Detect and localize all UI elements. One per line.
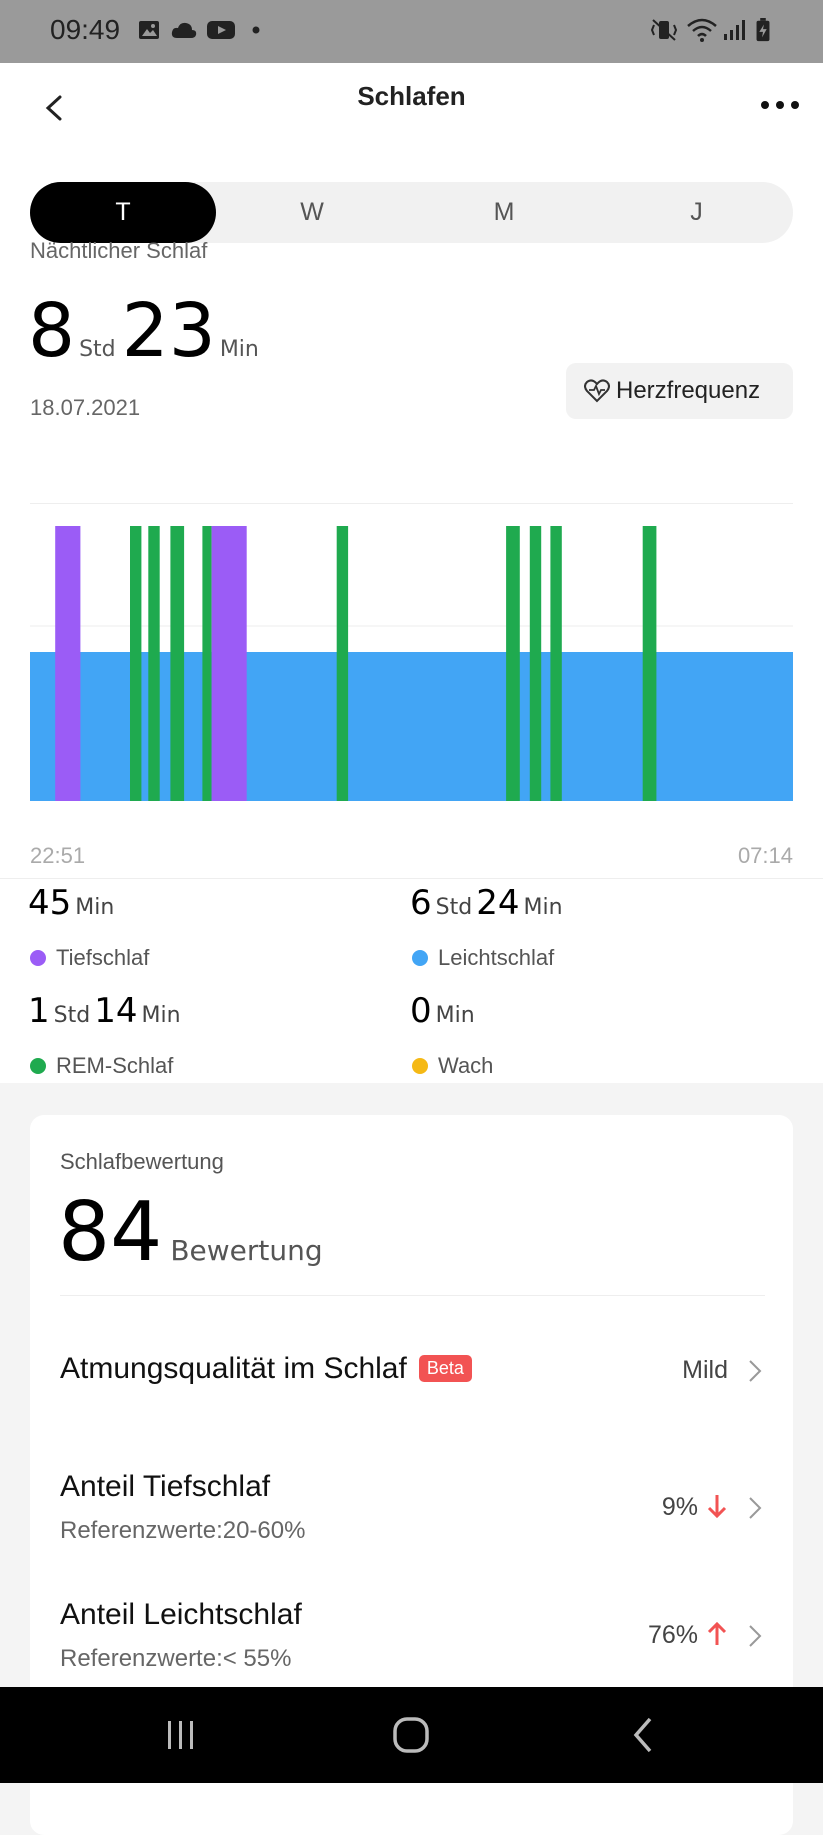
rem-legend-dot <box>30 1058 46 1074</box>
stat-awake-label: Wach <box>412 1053 493 1079</box>
duration-hours-unit: Std <box>79 337 116 362</box>
cloud-icon <box>171 22 197 38</box>
chevron-right-icon <box>749 1497 762 1519</box>
image-icon <box>139 21 159 39</box>
chart-rem-sleep-bar <box>148 526 160 801</box>
chart-deep-sleep-bar <box>211 526 247 801</box>
light-share-title: Anteil Leichtschlaf <box>60 1598 302 1631</box>
back-icon[interactable] <box>628 1715 658 1755</box>
light-share-value: 76% <box>647 1621 698 1649</box>
deep-legend-dot <box>30 950 46 966</box>
chart-deep-sleep-bar <box>55 526 81 801</box>
duration-minutes: 23 <box>121 288 216 374</box>
chevron-right-icon <box>749 1360 762 1382</box>
chart-rem-sleep-bar <box>550 526 562 801</box>
sleep-score: 84 Bewertung <box>58 1185 323 1280</box>
dot-icon <box>252 26 260 34</box>
tab-day[interactable]: T <box>30 182 216 243</box>
chart-rem-sleep-bar <box>202 526 212 801</box>
recent-apps-icon[interactable] <box>163 1717 199 1753</box>
more-horizontal-icon[interactable] <box>755 89 805 119</box>
sleep-duration: 8 Std23 Min <box>28 288 265 374</box>
divider <box>30 503 793 504</box>
chart-rem-sleep-bar <box>130 526 142 801</box>
stat-deep-value: 45 Min <box>28 883 115 923</box>
tab-year[interactable]: J <box>600 182 793 243</box>
vibrate-mute-icon <box>650 19 678 41</box>
system-navigation-bar <box>0 1687 823 1783</box>
sleep-date: 18.07.2021 <box>30 395 141 420</box>
sleep-stage-chart <box>30 526 793 801</box>
stat-light-label: Leichtschlaf <box>412 945 554 971</box>
chevron-right-icon <box>749 1625 762 1647</box>
beta-badge: Beta <box>418 1355 472 1382</box>
sleep-screen: Schlafen T W M J Nächtlicher Schlaf 8 Std… <box>0 63 823 1083</box>
status-bar: 09:49 <box>0 0 823 63</box>
heart-pulse-icon <box>584 379 610 403</box>
chart-rem-sleep-bar <box>529 526 542 801</box>
deep-share-reference: Referenzwerte:20-60% <box>60 1517 306 1544</box>
chart-light-sleep-band <box>30 652 793 801</box>
page-title: Schlafen <box>357 81 466 111</box>
wifi-icon <box>687 18 717 42</box>
signal-icon <box>724 20 745 40</box>
deep-share-row[interactable]: Anteil Tiefschlaf Referenzwerte:20-60% 9… <box>30 1465 793 1555</box>
chart-rem-sleep-bar <box>170 526 185 801</box>
deep-share-title: Anteil Tiefschlaf <box>60 1470 271 1503</box>
stat-rem-label: REM-Schlaf <box>30 1053 173 1079</box>
nightly-sleep-label: Nächtlicher Schlaf <box>30 238 208 263</box>
tab-month[interactable]: M <box>408 182 600 243</box>
awake-legend-dot <box>412 1058 428 1074</box>
stat-light-value: 6 Std 24 Min <box>410 883 563 923</box>
arrow-down-icon <box>707 1495 727 1519</box>
chart-end-time: 07:14 <box>737 843 793 868</box>
arrow-up-icon <box>707 1621 727 1645</box>
deep-share-value: 9% <box>661 1493 698 1521</box>
chart-start-time: 22:51 <box>30 843 86 868</box>
chart-rem-sleep-bar <box>506 526 520 801</box>
breathing-quality-title: Atmungsqualität im Schlaf <box>60 1352 407 1385</box>
status-time: 09:49 <box>50 14 121 45</box>
divider <box>60 1295 765 1296</box>
sleep-score-word: Bewertung <box>170 1234 323 1267</box>
heart-rate-button[interactable]: Herzfrequenz <box>566 363 793 419</box>
battery-icon <box>756 18 770 42</box>
home-icon[interactable] <box>391 1715 431 1755</box>
stat-rem-value: 1 Std 14 Min <box>28 991 181 1031</box>
sleep-score-value: 84 <box>58 1185 163 1280</box>
duration-minutes-unit: Min <box>219 337 259 362</box>
breathing-quality-row[interactable]: Atmungsqualität im Schlaf Beta Mild <box>30 1340 793 1410</box>
sleep-score-label: Schlafbewertung <box>60 1149 224 1174</box>
stat-deep-label: Tiefschlaf <box>30 945 149 971</box>
heart-rate-label: Herzfrequenz <box>616 377 761 404</box>
light-share-reference: Referenzwerte:< 55% <box>60 1645 292 1672</box>
stat-awake-value: 0 Min <box>410 991 475 1031</box>
top-app-bar: Schlafen <box>0 63 823 153</box>
chart-rem-sleep-bar <box>336 526 349 801</box>
duration-hours: 8 <box>28 288 76 374</box>
tab-week[interactable]: W <box>216 182 408 243</box>
light-legend-dot <box>412 950 428 966</box>
youtube-icon <box>207 21 235 39</box>
breathing-quality-value: Mild <box>682 1356 728 1384</box>
chart-rem-sleep-bar <box>642 526 657 801</box>
divider <box>0 878 823 879</box>
light-share-row[interactable]: Anteil Leichtschlaf Referenzwerte:< 55% … <box>30 1593 793 1683</box>
period-selector: T W M J <box>30 182 793 243</box>
